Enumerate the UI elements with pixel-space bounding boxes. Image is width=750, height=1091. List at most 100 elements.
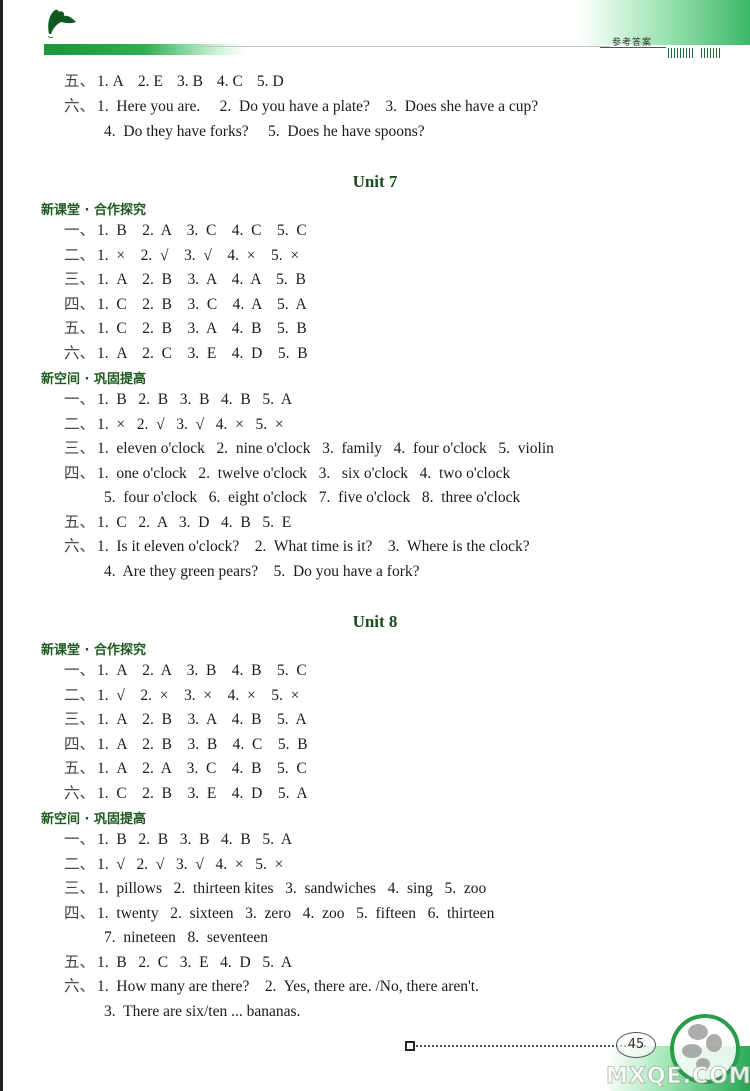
answer-text: 1. C 2. B 3. E 4. D 5. A [97, 784, 308, 802]
question-number: 二、 [64, 246, 96, 264]
answer-row: 四、 1. one o'clock 2. twelve o'clock 3. si… [64, 464, 510, 484]
answer-row: 六、 1. How many are there? 2. Yes, there a… [64, 977, 479, 997]
answer-text: 4. Do they have forks? 5. Does he have s… [104, 123, 425, 140]
answer-text: 1. C 2. B 3. C 4. A 5. A [97, 295, 307, 313]
answer-text: 1. B 2. C 3. E 4. D 5. A [97, 953, 293, 971]
answer-row: 5. four o'clock 6. eight o'clock 7. five… [104, 488, 520, 508]
answer-text: 1. B 2. B 3. B 4. B 5. A [97, 391, 293, 408]
answer-row: 四、 1. C 2. B 3. C 4. A 5. A [64, 295, 307, 315]
answer-row: 7. nineteen 8. seventeen [104, 928, 268, 948]
item-answer: D [272, 73, 284, 90]
question-number: 五、 [64, 953, 96, 971]
answer-text: 1. one o'clock 2. twelve o'clock 3. six … [97, 464, 511, 482]
header-title-underline [600, 47, 666, 48]
question-number: 六、 [64, 784, 96, 802]
answer-text: 1. Here you are. 2. Do you have a plate?… [97, 98, 539, 115]
answer-row: 三、 1. A 2. B 3. A 4. A 5. B [64, 270, 306, 290]
answer-row: 二、 1. × 2. √ 3. √ 4. × 5. × [64, 246, 299, 266]
item-number: 5. [256, 73, 269, 90]
header-rule [200, 46, 610, 47]
question-number: 二、 [64, 686, 96, 704]
answer-row: 四、 1. twenty 2. sixteen 3. zero 4. zoo 5.… [64, 904, 494, 924]
item-answer: E [153, 73, 163, 90]
question-number: 三、 [64, 711, 96, 728]
answer-row: 4. Do they have forks? 5. Does he have s… [104, 122, 425, 142]
answer-text: 7. nineteen 8. seventeen [104, 929, 268, 946]
question-number: 五、 [64, 320, 96, 337]
section-label: 新空间 · 巩固提高 [41, 812, 146, 827]
section-label: 新课堂 · 合作探究 [41, 203, 146, 218]
page-edge [0, 0, 3, 1091]
question-number: 六、 [64, 538, 96, 555]
answer-text: 1. B 2. B 3. B 4. B 5. A [97, 831, 293, 848]
question-number: 六、 [64, 98, 96, 115]
answer-text: 1. How many are there? 2. Yes, there are… [97, 978, 479, 995]
question-number: 五、 [64, 513, 96, 531]
question-number: 四、 [64, 464, 96, 482]
answer-row: 六、 1. Is it eleven o'clock? 2. What time … [64, 537, 530, 557]
answer-row: 四、 1. A 2. B 3. B 4. C 5. B [64, 735, 308, 755]
question-number: 三、 [64, 440, 96, 457]
watermark-text: MXQE.COM [606, 1064, 750, 1090]
question-number: 六、 [64, 344, 96, 362]
answer-text: 1. × 2. √ 3. √ 4. × 5. × [97, 246, 300, 264]
answer-text: 1. Is it eleven o'clock? 2. What time is… [97, 538, 530, 555]
item-answer: B [192, 73, 203, 90]
question-number: 四、 [64, 295, 96, 313]
question-number: 三、 [64, 271, 96, 288]
answer-text: 1. C 2. A 3. D 4. B 5. E [97, 513, 292, 531]
answer-text: 3. There are six/ten ... bananas. [104, 1002, 301, 1020]
answer-text: 1. √ 2. × 3. × 4. × 5. × [97, 686, 300, 704]
answer-row: 五、 1. A 2. A 3. C 4. B 5. C [64, 759, 307, 779]
answer-text: 1. eleven o'clock 2. nine o'clock 3. fam… [97, 440, 554, 457]
answer-text: 1. A 2. C 3. E 4. D 5. B [97, 344, 308, 362]
answer-text: 1. A 2. B 3. A 4. A 5. B [97, 271, 306, 288]
answer-row: 五、 1. C 2. B 3. A 4. B 5. B [64, 319, 307, 339]
question-number: 四、 [64, 735, 96, 753]
answer-row: 一、 1. B 2. B 3. B 4. B 5. A [64, 390, 292, 410]
answer-row: 二、 1. × 2. √ 3. √ 4. × 5. × [64, 415, 284, 435]
answer-row: 六、 1. C 2. B 3. E 4. D 5. A [64, 784, 308, 804]
answer-row: 一、 1. B 2. B 3. B 4. B 5. A [64, 830, 292, 850]
question-number: 二、 [64, 415, 96, 433]
answer-row: 五、 1. A 2. E 3. B 4. C 5. D [64, 72, 298, 92]
section-label: 新空间 · 巩固提高 [41, 372, 146, 387]
question-number: 四、 [64, 904, 96, 922]
item-number: 1. [97, 73, 109, 90]
question-number: 一、 [64, 831, 96, 848]
barcode-decoration [668, 48, 720, 58]
question-number: 一、 [64, 662, 96, 679]
footer-dotted-rule [416, 1045, 646, 1047]
answer-text: 1. A 2. B 3. B 4. C 5. B [97, 735, 308, 753]
page-number: 45 [616, 1032, 656, 1058]
item-number: 4. [216, 73, 229, 90]
header-green-gradient [580, 0, 750, 45]
item-number: 2. [137, 73, 150, 90]
item-answer: C [232, 73, 243, 90]
answer-row: 一、 1. B 2. A 3. C 4. C 5. C [64, 221, 307, 241]
answer-row: 一、 1. A 2. A 3. B 4. B 5. C [64, 661, 307, 681]
answer-text: 1. √ 2. √ 3. √ 4. × 5. × [97, 855, 284, 873]
answer-row: 六、 1. Here you are. 2. Do you have a plat… [64, 97, 538, 117]
unit-title: Unit 7 [352, 172, 398, 191]
answer-text: 1. A 2. A 3. C 4. B 5. C [97, 760, 307, 777]
item-answer: A [112, 73, 124, 90]
answer-text: 1. B 2. A 3. C 4. C 5. C [97, 222, 307, 239]
answer-row: 五、 1. B 2. C 3. E 4. D 5. A [64, 953, 292, 973]
question-number: 二、 [64, 855, 96, 873]
answer-row: 三、 1. A 2. B 3. A 4. B 5. A [64, 710, 307, 730]
question-number: 五、 [64, 760, 96, 777]
question-number: 五、 [64, 73, 96, 90]
answer-text: 5. four o'clock 6. eight o'clock 7. five… [104, 489, 521, 506]
footer-square-bullet-icon [405, 1041, 415, 1051]
answer-text: 1. twenty 2. sixteen 3. zero 4. zoo 5. f… [97, 904, 495, 922]
answer-row: 二、 1. √ 2. × 3. × 4. × 5. × [64, 686, 299, 706]
answer-text: 1. C 2. B 3. A 4. B 5. B [97, 320, 307, 337]
answer-row: 二、 1. √ 2. √ 3. √ 4. × 5. × [64, 855, 283, 875]
answer-text: 4. Are they green pears? 5. Do you have … [104, 562, 420, 580]
answer-row: 三、 1. eleven o'clock 2. nine o'clock 3. f… [64, 439, 554, 459]
answer-text: 1. × 2. √ 3. √ 4. × 5. × [97, 415, 284, 433]
answer-text: 1. A 2. B 3. A 4. B 5. A [97, 711, 307, 728]
section-label: 新课堂 · 合作探究 [41, 643, 146, 658]
ginkgo-leaf-icon [47, 9, 76, 39]
